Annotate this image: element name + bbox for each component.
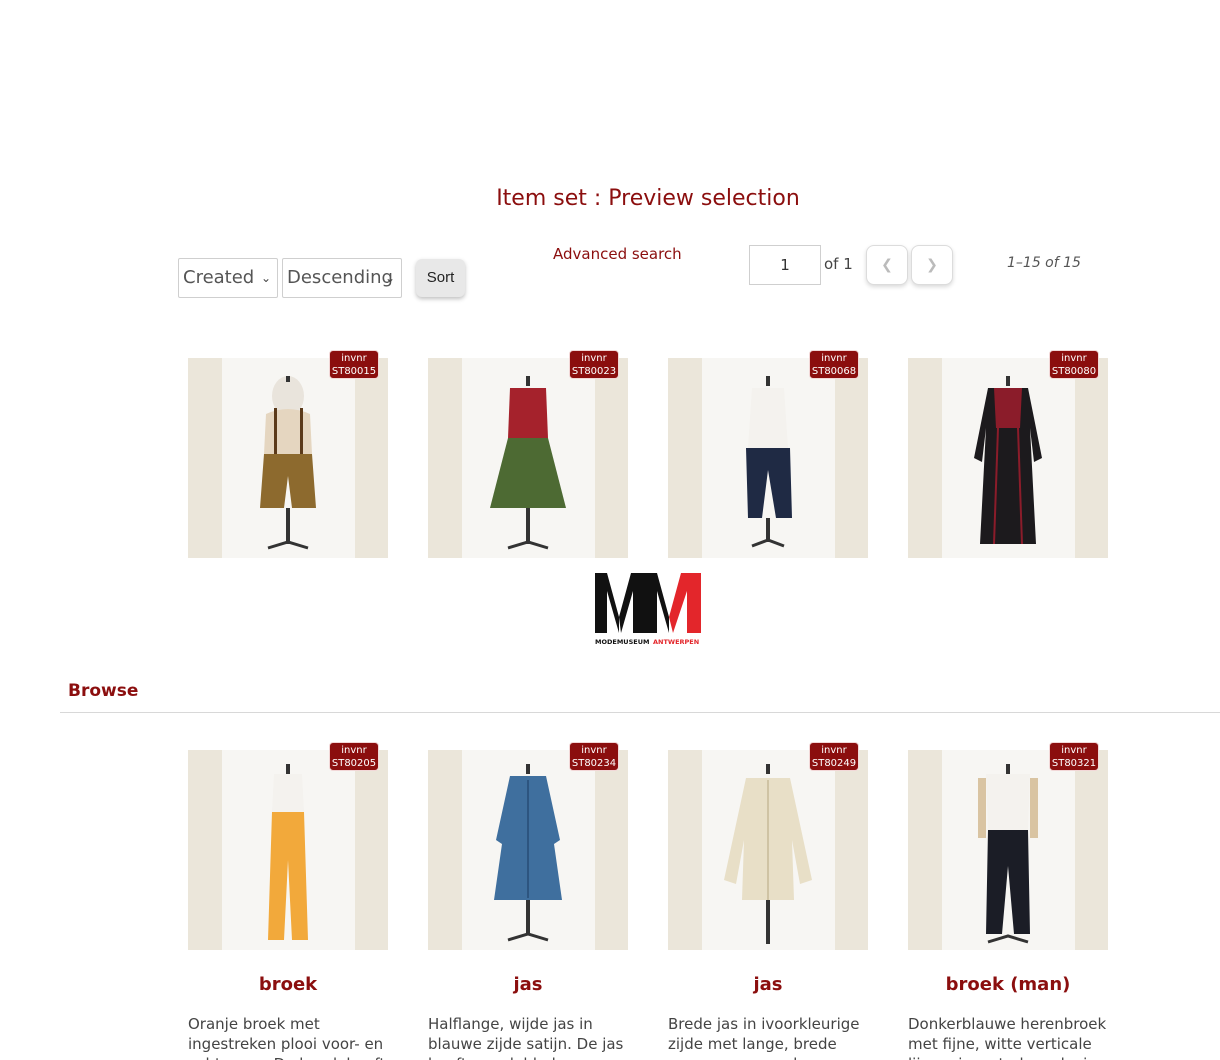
chevron-left-icon: ❮ [881, 257, 893, 273]
invnr-badge: invnr ST80023 [569, 350, 619, 379]
svg-text:MODEMUSEUM: MODEMUSEUM [595, 638, 649, 646]
navy-trousers-image [978, 764, 1038, 944]
item-thumbnail[interactable]: invnr ST80205 [188, 742, 388, 950]
invnr-label: invnr [821, 745, 847, 756]
svg-text:ANTWERPEN: ANTWERPEN [653, 638, 699, 646]
item-thumbnail[interactable]: invnr ST80249 [668, 742, 868, 950]
chevron-right-icon: ❯ [926, 257, 938, 273]
invnr-label: invnr [581, 353, 607, 364]
item-title-link[interactable]: jas [428, 974, 628, 995]
invnr-value: ST80015 [331, 366, 377, 377]
invnr-value: ST80080 [1051, 366, 1097, 377]
item-thumbnail[interactable]: invnr ST80015 [188, 350, 388, 558]
dress-image [490, 376, 566, 550]
page-number-input[interactable]: 1 [749, 245, 821, 285]
chevron-down-icon: ⌄ [384, 271, 395, 285]
invnr-badge: invnr ST80234 [569, 742, 619, 771]
trousers-image [746, 376, 792, 548]
page-count-label: of 1 [824, 255, 853, 273]
sort-order-value: Descending [287, 267, 393, 288]
invnr-badge: invnr ST80068 [809, 350, 859, 379]
invnr-label: invnr [821, 353, 847, 364]
invnr-badge: invnr ST80015 [329, 350, 379, 379]
item-description: Donkerblauwe herenbroek met fijne, witte… [908, 1015, 1107, 1060]
item-thumbnail[interactable]: invnr ST80321 [908, 742, 1108, 950]
results-range: 1–15 of 15 [1007, 255, 1081, 271]
blue-coat-image [494, 764, 562, 942]
item-title-link[interactable]: jas [668, 974, 868, 995]
page-title: Item set : Preview selection [496, 186, 800, 211]
invnr-label: invnr [1061, 353, 1087, 364]
advanced-search-link[interactable]: Advanced search [553, 245, 682, 263]
chevron-down-icon: ⌄ [260, 271, 271, 285]
invnr-value: ST80068 [811, 366, 857, 377]
item-title-link[interactable]: broek [188, 974, 388, 995]
browse-divider [60, 712, 1220, 713]
invnr-value: ST80249 [811, 758, 857, 769]
item-thumbnail[interactable]: invnr ST80080 [908, 350, 1108, 558]
item-description: Halflange, wijde jas in blauwe zijde sat… [428, 1015, 624, 1060]
orange-trousers-image [268, 764, 308, 940]
item-title-link[interactable]: broek (man) [908, 974, 1108, 995]
modemuseum-logo: MODEMUSEUM ANTWERPEN [595, 573, 701, 646]
long-dress-image [974, 376, 1042, 545]
invnr-label: invnr [341, 353, 367, 364]
browse-heading: Browse [68, 681, 139, 701]
invnr-value: ST80321 [1051, 758, 1097, 769]
item-description: Oranje broek met ingestreken plooi voor-… [188, 1015, 385, 1060]
sort-field-value: Created [183, 267, 255, 288]
invnr-badge: invnr ST80249 [809, 742, 859, 771]
sort-order-select[interactable]: Descending ⌄ [282, 258, 402, 298]
ivory-jacket-image [724, 764, 812, 944]
item-thumbnail[interactable]: invnr ST80068 [668, 350, 868, 558]
invnr-badge: invnr ST80321 [1049, 742, 1099, 771]
invnr-label: invnr [1061, 745, 1087, 756]
invnr-badge: invnr ST80080 [1049, 350, 1099, 379]
invnr-label: invnr [581, 745, 607, 756]
invnr-badge: invnr ST80205 [329, 742, 379, 771]
sort-button[interactable]: Sort [416, 259, 465, 297]
invnr-value: ST80023 [571, 366, 617, 377]
item-thumbnail[interactable]: invnr ST80234 [428, 742, 628, 950]
item-description: Brede jas in ivoorkleurige zijde met lan… [668, 1015, 860, 1060]
next-page-button[interactable]: ❯ [911, 245, 953, 285]
item-thumbnail[interactable]: invnr ST80023 [428, 350, 628, 558]
sort-field-select[interactable]: Created ⌄ [178, 258, 278, 298]
invnr-label: invnr [341, 745, 367, 756]
lederhosen-image [260, 376, 316, 550]
invnr-value: ST80234 [571, 758, 617, 769]
invnr-value: ST80205 [331, 758, 377, 769]
previous-page-button[interactable]: ❮ [866, 245, 908, 285]
